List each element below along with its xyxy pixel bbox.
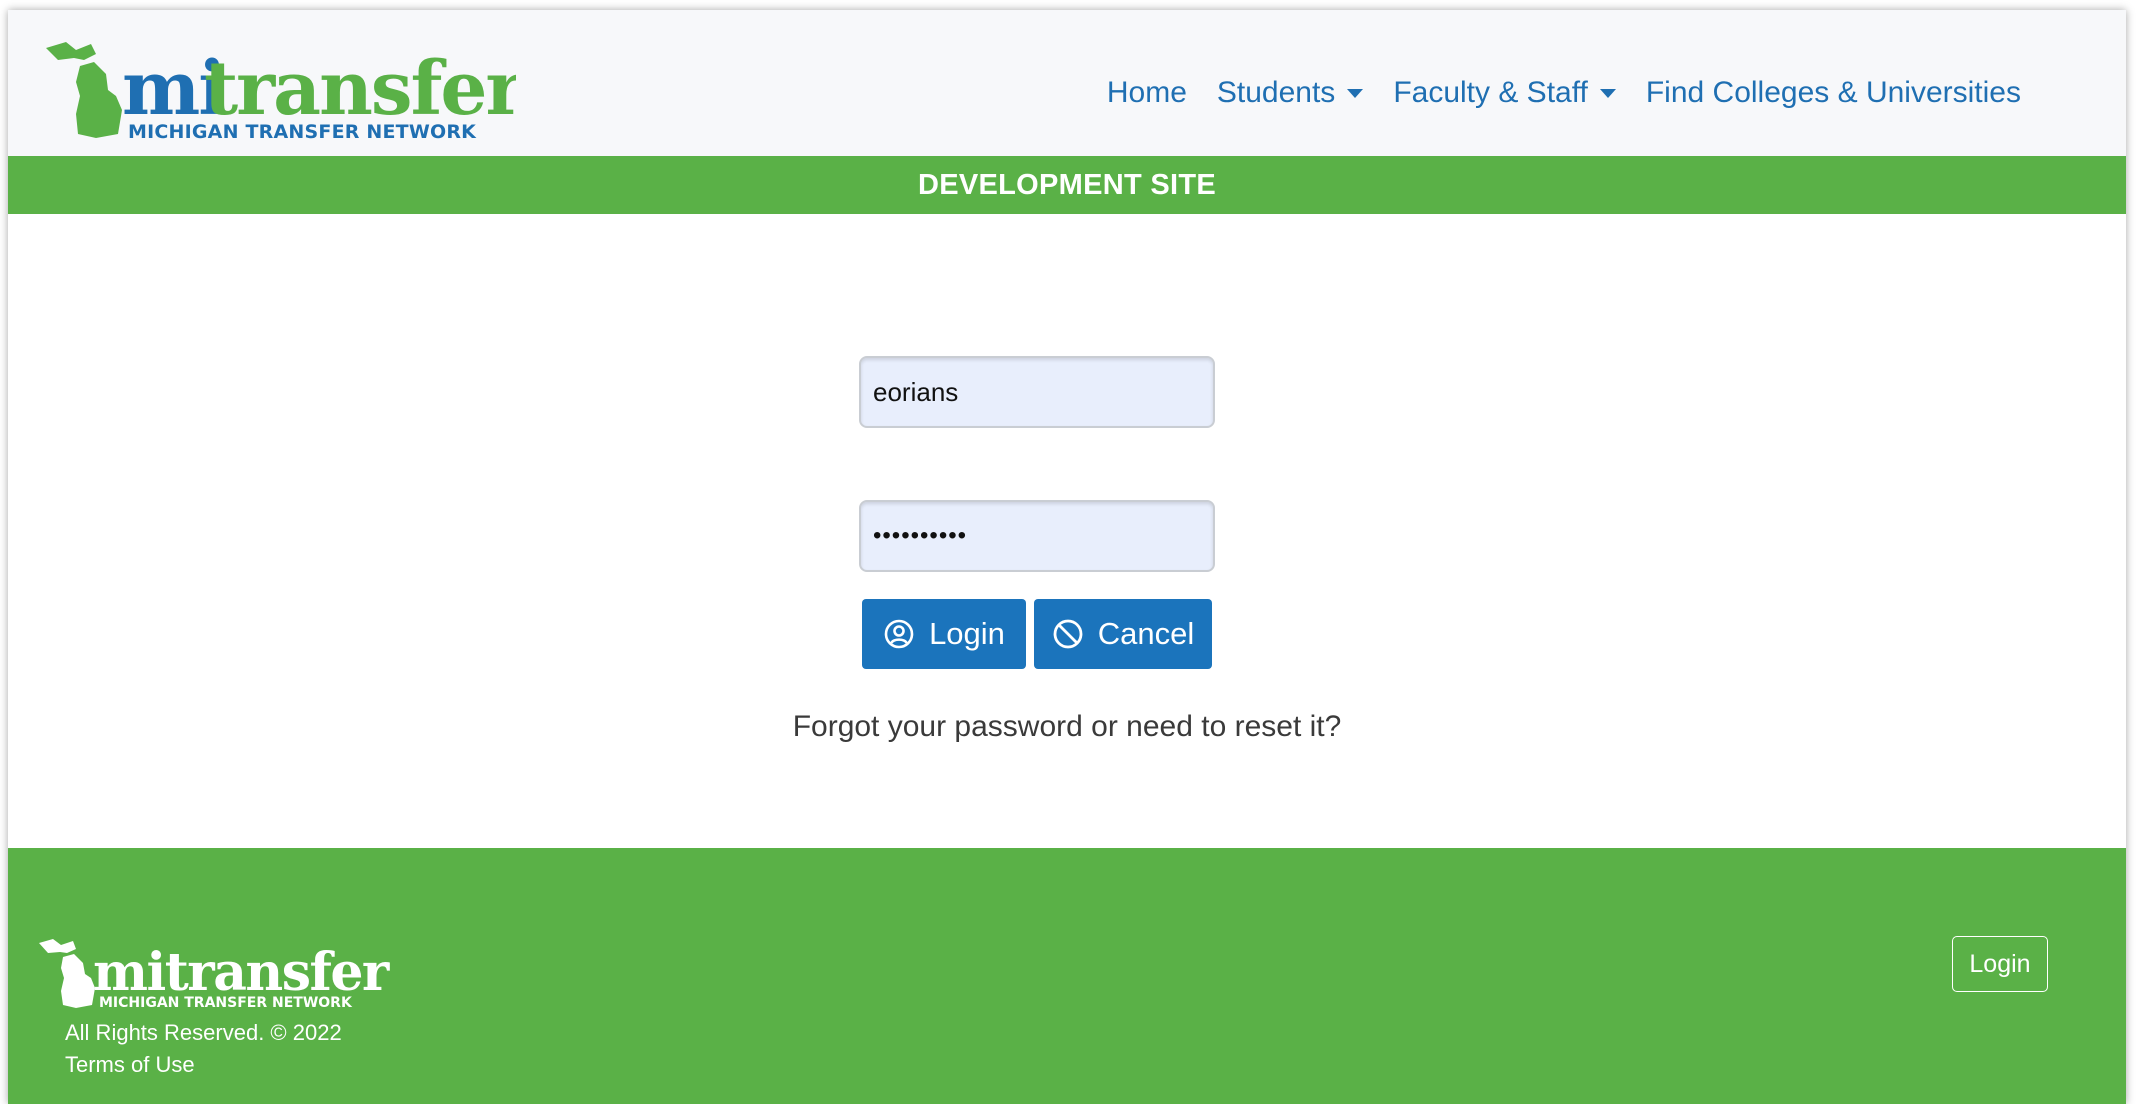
site-header: mi transfer MICHIGAN TRANSFER NETWORK Ho… xyxy=(8,10,2126,156)
nav-students-label: Students xyxy=(1216,76,1336,109)
nav-home[interactable]: Home xyxy=(1092,76,1202,110)
mitransfer-logo-graphic: mi transfer MICHIGAN TRANSFER NETWORK xyxy=(46,42,516,143)
login-button[interactable]: Login xyxy=(862,599,1026,669)
ban-icon xyxy=(1053,619,1083,649)
footer-logo-graphic: mitransfer MICHIGAN TRANSFER NETWORK xyxy=(39,939,391,1011)
caret-down-icon xyxy=(1347,88,1364,98)
mitransfer-logo[interactable]: mi transfer MICHIGAN TRANSFER NETWORK xyxy=(36,30,516,146)
site-footer: mitransfer MICHIGAN TRANSFER NETWORK All… xyxy=(8,848,2126,1104)
svg-text:MICHIGAN TRANSFER NETWORK: MICHIGAN TRANSFER NETWORK xyxy=(128,121,477,143)
browser-viewport: mi transfer MICHIGAN TRANSFER NETWORK Ho… xyxy=(8,10,2126,1104)
terms-of-use-link[interactable]: Terms of Use xyxy=(65,1052,195,1078)
nav-faculty-staff-dropdown[interactable]: Faculty & Staff xyxy=(1378,76,1631,110)
nav-faculty-staff-label: Faculty & Staff xyxy=(1393,76,1588,109)
development-site-banner: DEVELOPMENT SITE xyxy=(8,156,2126,214)
user-circle-icon xyxy=(884,619,914,649)
svg-text:MICHIGAN TRANSFER NETWORK: MICHIGAN TRANSFER NETWORK xyxy=(99,995,353,1011)
username-input[interactable] xyxy=(859,356,1215,428)
footer-login-button[interactable]: Login xyxy=(1952,936,2048,992)
main-nav: Home Students Faculty & Staff Find Colle… xyxy=(1092,58,2036,128)
svg-text:transfer: transfer xyxy=(204,46,516,132)
svg-text:mitransfer: mitransfer xyxy=(93,942,390,1003)
cancel-button-label: Cancel xyxy=(1097,616,1195,651)
caret-down-icon xyxy=(1599,88,1616,98)
nav-find-colleges-label: Find Colleges & Universities xyxy=(1645,76,2021,109)
nav-find-colleges[interactable]: Find Colleges & Universities xyxy=(1631,76,2036,110)
forgot-password-link[interactable]: Forgot your password or need to reset it… xyxy=(8,710,2126,744)
footer-mitransfer-logo: mitransfer MICHIGAN TRANSFER NETWORK xyxy=(33,933,393,1011)
login-form: Login Cancel Forgot your password or nee… xyxy=(8,214,2126,858)
cancel-button[interactable]: Cancel xyxy=(1034,599,1212,669)
nav-students-dropdown[interactable]: Students xyxy=(1202,76,1378,110)
login-button-label: Login xyxy=(929,616,1005,651)
copyright-text: All Rights Reserved. © 2022 xyxy=(65,1020,342,1045)
password-input[interactable] xyxy=(859,500,1215,572)
nav-home-label: Home xyxy=(1106,76,1187,109)
